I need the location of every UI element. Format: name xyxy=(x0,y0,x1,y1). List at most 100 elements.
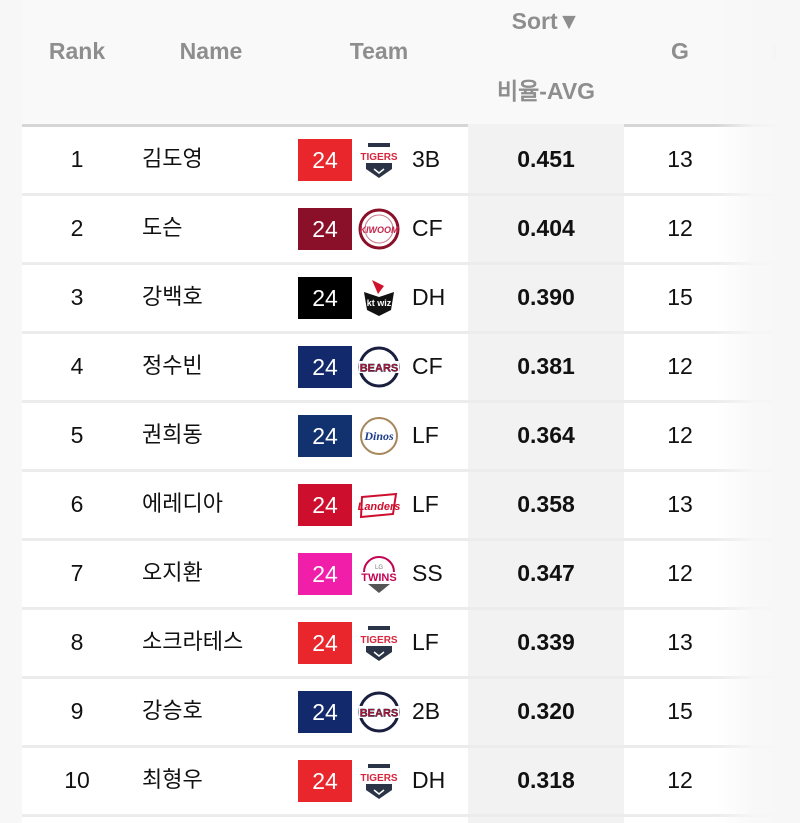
games-cell: 15 xyxy=(667,284,693,310)
position-cell: 2B xyxy=(412,698,441,724)
table-row-9[interactable]: 9 강승호 24 BEARS 2B 0.320 15 xyxy=(22,678,778,748)
season-badge: 24 xyxy=(298,484,352,526)
table-header: Rank Name Team Sort▼ 비율-AVG G I xyxy=(22,0,778,127)
games-cell: 12 xyxy=(667,560,693,586)
table-row-3[interactable]: 3 강백호 24 kt wiz DH 0.390 15 xyxy=(22,264,778,334)
season-badge: 24 xyxy=(298,691,352,733)
position-cell: CF xyxy=(412,353,443,379)
stats-table: Rank Name Team Sort▼ 비율-AVG G I 1 김도영 24… xyxy=(22,0,778,823)
player-name[interactable]: 소크라테스 xyxy=(142,609,302,676)
svg-text:KIWOOM: KIWOOM xyxy=(360,225,399,235)
table-row-7[interactable]: 7 오지환 24 LG TWINS SS 0.347 12 xyxy=(22,540,778,610)
table-row-1[interactable]: 1 김도영 24 TIGERS 3B 0.451 13 xyxy=(22,126,778,196)
avg-cell: 0.347 xyxy=(517,560,575,586)
header-games[interactable]: G xyxy=(624,38,736,65)
ktwiz-logo-icon: kt wiz xyxy=(356,276,402,320)
position-cell: LF xyxy=(412,629,439,655)
rank-cell: 7 xyxy=(70,560,84,586)
position-cell: LF xyxy=(412,491,439,517)
games-cell: 12 xyxy=(667,353,693,379)
svg-text:Dinos: Dinos xyxy=(363,429,394,443)
svg-text:TIGERS: TIGERS xyxy=(360,635,398,646)
table-row-10[interactable]: 10 최형우 24 TIGERS DH 0.318 12 xyxy=(22,747,778,817)
header-rank[interactable]: Rank xyxy=(22,38,132,65)
player-name[interactable]: 도슨 xyxy=(142,195,302,262)
sort-indicator[interactable]: Sort▼ xyxy=(468,4,624,38)
rank-cell: 1 xyxy=(70,146,84,172)
svg-text:TIGERS: TIGERS xyxy=(360,152,398,163)
header-team[interactable]: Team xyxy=(290,38,468,65)
season-badge: 24 xyxy=(298,277,352,319)
avg-cell: 0.451 xyxy=(517,146,575,172)
avg-cell: 0.364 xyxy=(517,422,575,448)
rank-cell: 2 xyxy=(70,215,84,241)
avg-cell: 0.318 xyxy=(517,767,575,793)
games-cell: 12 xyxy=(667,422,693,448)
player-name[interactable]: 강승호 xyxy=(142,678,302,745)
rank-cell: 8 xyxy=(70,629,84,655)
dinos-logo-icon: Dinos xyxy=(356,414,402,458)
svg-text:BEARS: BEARS xyxy=(360,363,399,375)
season-badge: 24 xyxy=(298,760,352,802)
player-name[interactable]: 오지환 xyxy=(142,540,302,607)
svg-text:kt wiz: kt wiz xyxy=(367,298,392,308)
season-badge: 24 xyxy=(298,622,352,664)
avg-cell: 0.358 xyxy=(517,491,575,517)
rank-cell: 6 xyxy=(70,491,84,517)
kiwoom-logo-icon: KIWOOM xyxy=(356,207,402,251)
position-cell: LF xyxy=(412,422,439,448)
bears-logo-icon: BEARS xyxy=(356,690,402,734)
rank-cell: 10 xyxy=(64,767,90,793)
avg-cell: 0.404 xyxy=(517,215,575,241)
avg-cell: 0.381 xyxy=(517,353,575,379)
games-cell: 12 xyxy=(667,767,693,793)
games-cell: 13 xyxy=(667,629,693,655)
bears-logo-icon: BEARS xyxy=(356,345,402,389)
svg-text:LG: LG xyxy=(375,565,383,571)
player-name[interactable]: 에레디아 xyxy=(142,471,302,538)
position-cell: DH xyxy=(412,284,446,310)
position-cell: SS xyxy=(412,560,443,586)
player-name[interactable]: 권희동 xyxy=(142,402,302,469)
player-name[interactable]: 최형우 xyxy=(142,747,302,814)
tigers-logo-icon: TIGERS xyxy=(356,138,402,182)
position-cell: 3B xyxy=(412,146,441,172)
header-next-column[interactable]: I xyxy=(770,38,780,65)
svg-text:TWINS: TWINS xyxy=(361,572,396,584)
rank-cell: 9 xyxy=(70,698,84,724)
position-cell: CF xyxy=(412,215,443,241)
games-cell: 13 xyxy=(667,491,693,517)
season-badge: 24 xyxy=(298,346,352,388)
position-cell: DH xyxy=(412,767,446,793)
twins-logo-icon: LG TWINS xyxy=(356,552,402,596)
player-name[interactable]: 강백호 xyxy=(142,264,302,331)
header-name[interactable]: Name xyxy=(132,38,290,65)
avg-cell: 0.320 xyxy=(517,698,575,724)
table-row-4[interactable]: 4 정수빈 24 BEARS CF 0.381 12 xyxy=(22,333,778,403)
svg-text:BEARS: BEARS xyxy=(360,708,399,720)
header-avg-sorted[interactable]: Sort▼ 비율-AVG xyxy=(468,4,624,108)
player-name[interactable]: 정수빈 xyxy=(142,333,302,400)
season-badge: 24 xyxy=(298,553,352,595)
rank-cell: 3 xyxy=(70,284,84,310)
avg-cell: 0.390 xyxy=(517,284,575,310)
player-name[interactable]: 김도영 xyxy=(142,126,302,193)
tigers-logo-icon: TIGERS xyxy=(356,621,402,665)
table-row-8[interactable]: 8 소크라테스 24 TIGERS LF 0.339 13 xyxy=(22,609,778,679)
table-row-5[interactable]: 5 권희동 24 Dinos LF 0.364 12 xyxy=(22,402,778,472)
rank-cell: 5 xyxy=(70,422,84,448)
season-badge: 24 xyxy=(298,415,352,457)
landers-logo-icon: Landers xyxy=(356,483,402,527)
avg-cell: 0.339 xyxy=(517,629,575,655)
games-cell: 15 xyxy=(667,698,693,724)
games-cell: 13 xyxy=(667,146,693,172)
table-row-2[interactable]: 2 도슨 24 KIWOOM CF 0.404 12 xyxy=(22,195,778,265)
tigers-logo-icon: TIGERS xyxy=(356,759,402,803)
table-row-6[interactable]: 6 에레디아 24 Landers LF 0.358 13 xyxy=(22,471,778,541)
header-avg-label: 비율-AVG xyxy=(496,78,596,104)
svg-text:TIGERS: TIGERS xyxy=(360,773,398,784)
season-badge: 24 xyxy=(298,208,352,250)
season-badge: 24 xyxy=(298,139,352,181)
rank-cell: 4 xyxy=(70,353,84,379)
games-cell: 12 xyxy=(667,215,693,241)
